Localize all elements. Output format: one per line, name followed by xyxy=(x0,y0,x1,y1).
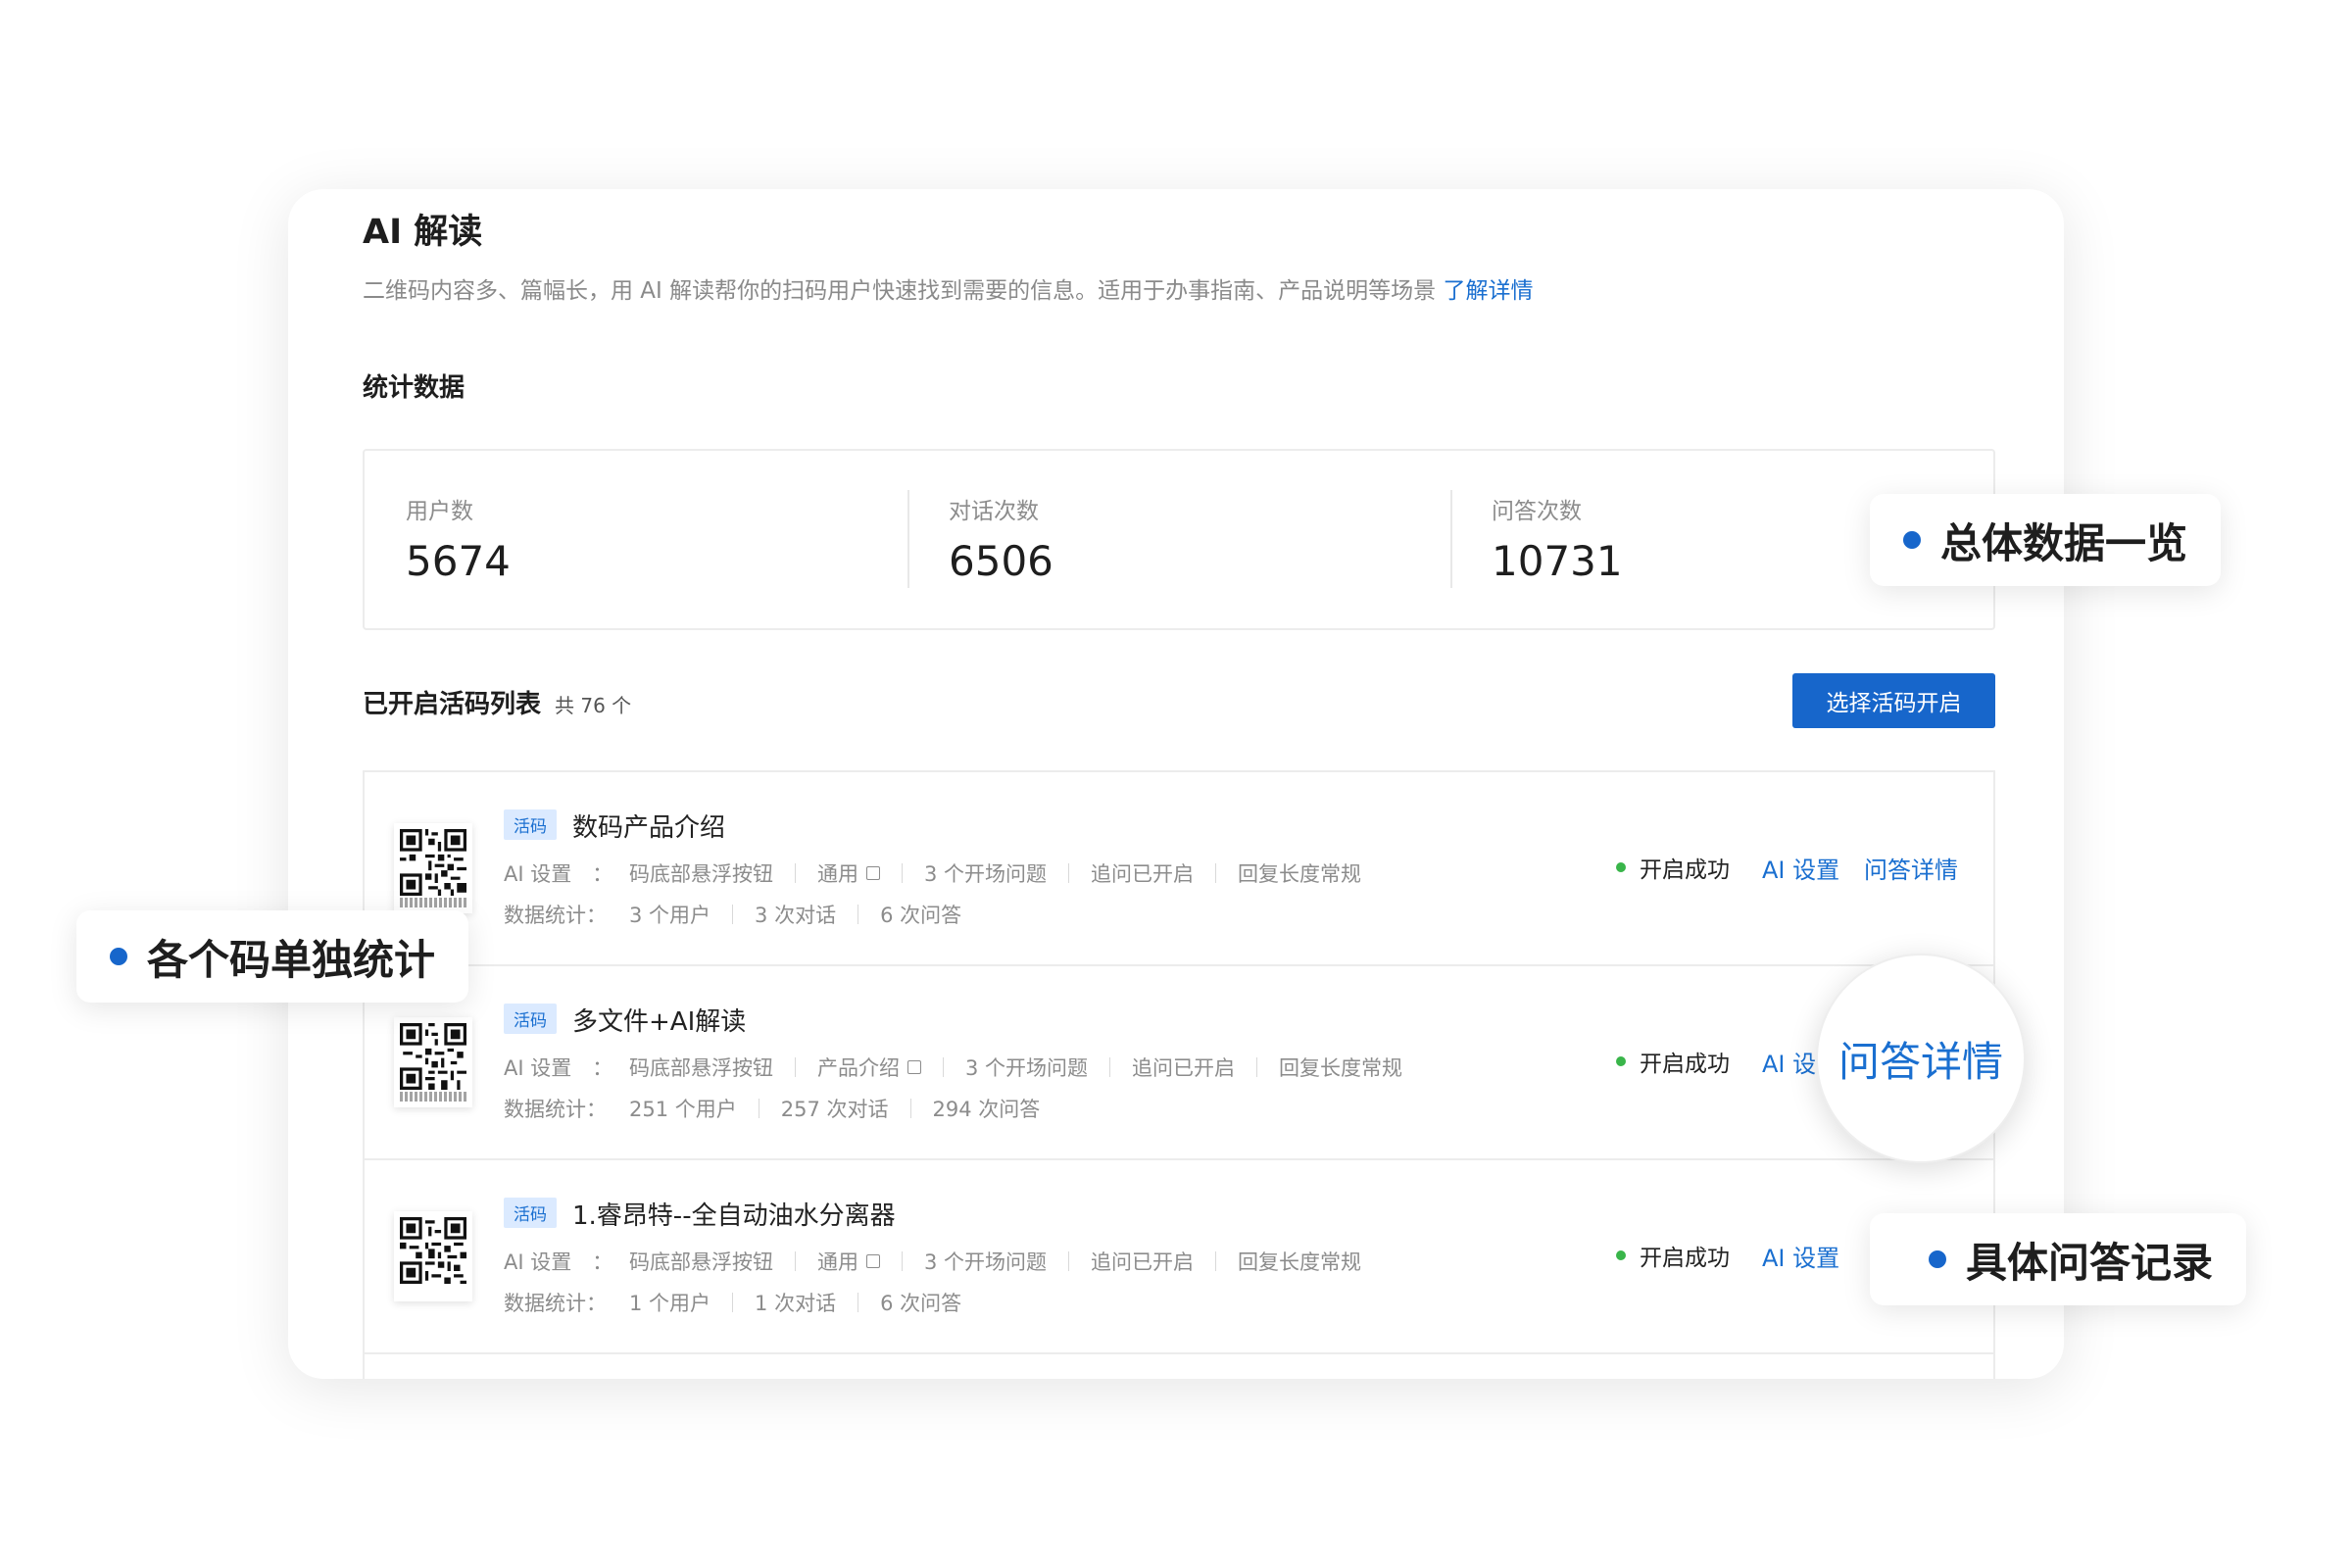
qr-code-image xyxy=(394,1017,472,1107)
data-stats-line: 数据统计： 251 个用户 257 次对话 294 次问答 xyxy=(504,1094,1040,1123)
status-dot-icon xyxy=(1616,1250,1626,1260)
bullet-dot-icon xyxy=(1903,531,1921,549)
stat-value: 5674 xyxy=(406,537,511,585)
qr-code-image xyxy=(394,1211,472,1301)
code-list: 活码 数码产品介绍 AI 设置 ： 码底部悬浮按钮 通用 3 个开场问题 追问已… xyxy=(363,770,1995,1379)
ai-scope: 通用 xyxy=(817,1250,858,1274)
status-badge: 开启成功 xyxy=(1616,851,1730,884)
ai-followup: 追问已开启 xyxy=(1132,1056,1236,1080)
status-text: 开启成功 xyxy=(1640,1246,1730,1271)
stat-label: 对话次数 xyxy=(949,499,1039,524)
ai-scope: 通用 xyxy=(817,862,858,886)
code-name[interactable]: 1.睿昂特--全自动油水分离器 xyxy=(572,1196,896,1232)
page-description: 二维码内容多、篇幅长，用 AI 解读帮你的扫码用户快速找到需要的信息。适用于办事… xyxy=(363,271,1533,305)
live-code-tag: 活码 xyxy=(504,1004,557,1034)
code-name[interactable]: 多文件+AI解读 xyxy=(572,1002,746,1038)
row-users: 251 个用户 xyxy=(629,1098,737,1121)
page-title: AI 解读 xyxy=(363,213,483,252)
ai-opening-questions: 3 个开场问题 xyxy=(924,1250,1048,1274)
qa-details-link[interactable]: 问答详情 xyxy=(1864,851,1958,885)
qr-code-icon xyxy=(400,1217,466,1284)
list-item: 活码 数码产品介绍 AI 设置 ： 码底部悬浮按钮 通用 3 个开场问题 追问已… xyxy=(365,772,1993,966)
stat-users: 用户数 5674 xyxy=(365,451,907,628)
meta-key: 数据统计： xyxy=(504,1098,607,1121)
external-link-icon[interactable] xyxy=(907,1060,921,1074)
ai-opening-questions: 3 个开场问题 xyxy=(924,862,1048,886)
callout-text: 总体数据一览 xyxy=(1940,518,2188,567)
callout-records: 具体问答记录 xyxy=(1870,1213,2247,1305)
ai-reply-length: 回复长度常规 xyxy=(1279,1056,1403,1080)
code-name[interactable]: 数码产品介绍 xyxy=(572,808,725,844)
list-header: 已开启活码列表 共 76 个 xyxy=(363,684,631,720)
callout-text: 各个码单独统计 xyxy=(147,935,436,984)
row-qas: 6 次问答 xyxy=(880,1292,962,1315)
description-text: 二维码内容多、篇幅长，用 AI 解读帮你的扫码用户快速找到需要的信息。适用于办事… xyxy=(363,278,1437,304)
qr-code-icon xyxy=(400,829,466,896)
row-chats: 257 次对话 xyxy=(780,1098,889,1121)
row-chats: 1 次对话 xyxy=(755,1292,837,1315)
stat-label: 用户数 xyxy=(406,499,473,524)
bullet-dot-icon xyxy=(1929,1250,1946,1268)
select-code-button[interactable]: 选择活码开启 xyxy=(1792,673,1995,728)
meta-key: 数据统计： xyxy=(504,904,607,927)
callout-text: 具体问答记录 xyxy=(1966,1238,2214,1287)
status-text: 开启成功 xyxy=(1640,858,1730,883)
status-dot-icon xyxy=(1616,1056,1626,1066)
qr-code-icon xyxy=(400,1023,466,1090)
status-dot-icon xyxy=(1616,862,1626,872)
external-link-icon[interactable] xyxy=(866,1254,880,1268)
meta-key: AI 设置 ： xyxy=(504,862,613,886)
row-qas: 294 次问答 xyxy=(932,1098,1041,1121)
ai-followup: 追问已开启 xyxy=(1091,1250,1195,1274)
magnified-text: 问答详情 xyxy=(1838,1037,2003,1086)
meta-key: 数据统计： xyxy=(504,1292,607,1315)
row-users: 1 个用户 xyxy=(629,1292,711,1315)
bullet-dot-icon xyxy=(110,948,127,965)
callout-overview: 总体数据一览 xyxy=(1870,494,2222,586)
meta-key: AI 设置 ： xyxy=(504,1056,613,1080)
ai-opening-questions: 3 个开场问题 xyxy=(965,1056,1089,1080)
live-code-tag: 活码 xyxy=(504,809,557,840)
ai-settings-line: AI 设置 ： 码底部悬浮按钮 通用 3 个开场问题 追问已开启 回复长度常规 xyxy=(504,858,1361,888)
row-qas: 6 次问答 xyxy=(880,904,962,927)
qr-code-image xyxy=(394,823,472,913)
stats-section-title: 统计数据 xyxy=(363,373,466,403)
stat-value: 10731 xyxy=(1492,537,1623,585)
ai-reply-length: 回复长度常规 xyxy=(1238,1250,1362,1274)
status-badge: 开启成功 xyxy=(1616,1239,1730,1272)
ai-settings-line: AI 设置 ： 码底部悬浮按钮 产品介绍 3 个开场问题 追问已开启 回复长度常… xyxy=(504,1053,1402,1082)
data-stats-line: 数据统计： 3 个用户 3 次对话 6 次问答 xyxy=(504,900,961,929)
list-item: 活码 多文件+AI解读 AI 设置 ： 码底部悬浮按钮 产品介绍 3 个开场问题… xyxy=(365,966,1993,1160)
learn-more-link[interactable]: 了解详情 xyxy=(1443,278,1533,304)
ai-reply-length: 回复长度常规 xyxy=(1238,862,1362,886)
data-stats-line: 数据统计： 1 个用户 1 次对话 6 次问答 xyxy=(504,1288,961,1317)
live-code-tag: 活码 xyxy=(504,1198,557,1228)
status-text: 开启成功 xyxy=(1640,1052,1730,1077)
ai-settings-line: AI 设置 ： 码底部悬浮按钮 通用 3 个开场问题 追问已开启 回复长度常规 xyxy=(504,1247,1361,1276)
callout-per-code: 各个码单独统计 xyxy=(76,910,469,1003)
ai-button-mode: 码底部悬浮按钮 xyxy=(629,862,773,886)
row-users: 3 个用户 xyxy=(629,904,711,927)
stats-panel: 用户数 5674 对话次数 6506 问答次数 10731 xyxy=(363,449,1995,630)
list-item: 活码 1.睿昂特--全自动油水分离器 AI 设置 ： 码底部悬浮按钮 通用 3 … xyxy=(365,1160,1993,1354)
meta-key: AI 设置 ： xyxy=(504,1250,613,1274)
magnified-qa-details[interactable]: 问答详情 xyxy=(1816,954,2026,1163)
list-title: 已开启活码列表 xyxy=(363,690,542,719)
ai-button-mode: 码底部悬浮按钮 xyxy=(629,1250,773,1274)
external-link-icon[interactable] xyxy=(866,866,880,880)
status-badge: 开启成功 xyxy=(1616,1045,1730,1078)
row-chats: 3 次对话 xyxy=(755,904,837,927)
ai-scope: 产品介绍 xyxy=(817,1056,900,1080)
ai-settings-link[interactable]: AI 设 xyxy=(1762,1045,1816,1079)
ai-settings-link[interactable]: AI 设置 xyxy=(1762,1239,1839,1273)
ai-settings-link[interactable]: AI 设置 xyxy=(1762,851,1839,885)
list-count: 共 76 个 xyxy=(555,694,632,717)
ai-followup: 追问已开启 xyxy=(1091,862,1195,886)
ai-button-mode: 码底部悬浮按钮 xyxy=(629,1056,773,1080)
stat-label: 问答次数 xyxy=(1492,499,1582,524)
stat-value: 6506 xyxy=(949,537,1054,585)
stat-chats: 对话次数 6506 xyxy=(907,451,1450,628)
ai-interpret-card: AI 解读 二维码内容多、篇幅长，用 AI 解读帮你的扫码用户快速找到需要的信息… xyxy=(288,189,2064,1379)
